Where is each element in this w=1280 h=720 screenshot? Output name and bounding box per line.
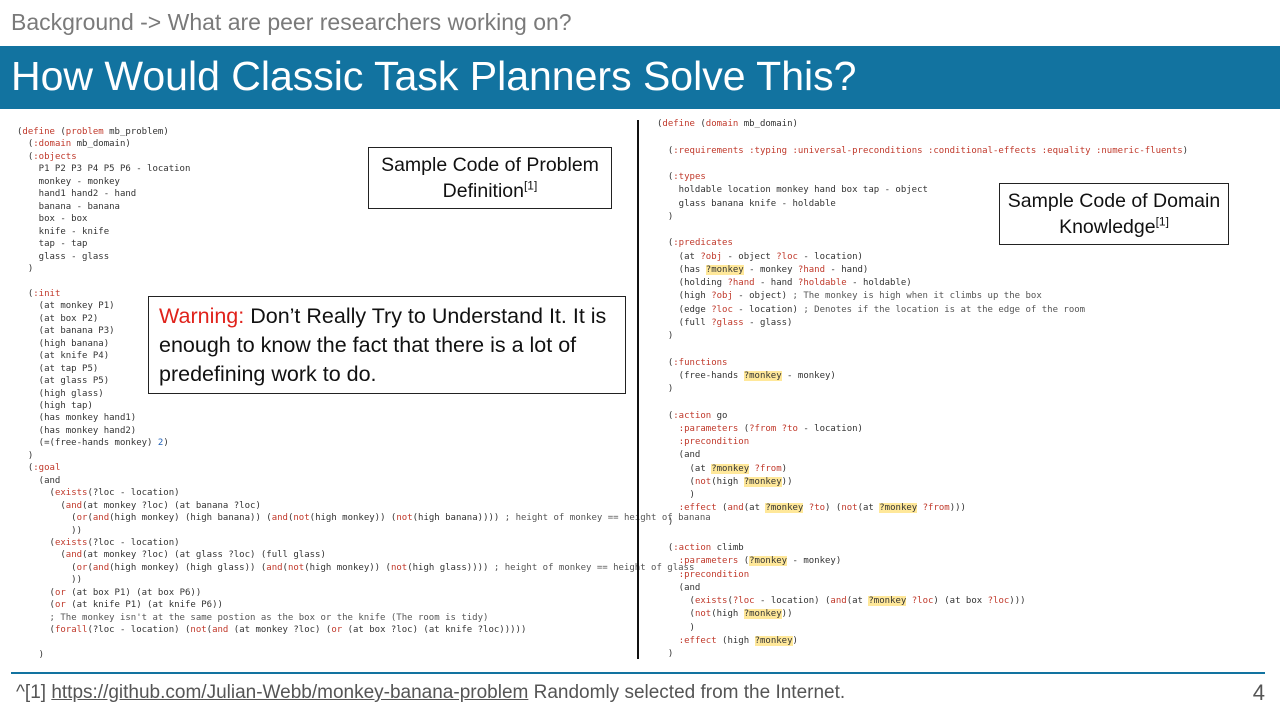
domain-code-line: ) — [657, 331, 674, 341]
domain-knowledge-callout: Sample Code of Domain Knowledge[1] — [999, 183, 1229, 245]
problem-code-line: banana - banana — [17, 201, 120, 212]
problem-code-line: (at glass P5) — [17, 376, 110, 387]
domain-code-line: (at ?obj - object ?loc - location) — [657, 251, 863, 262]
problem-code-line: ) — [17, 263, 34, 274]
domain-code-line: (has ?monkey - monkey ?hand - hand) — [657, 264, 869, 275]
domain-code-line: :effect (high ?monkey) — [678, 635, 798, 646]
domain-code-line: (and — [657, 450, 701, 461]
domain-code-line: holdable location monkey hand box tap - … — [657, 185, 928, 196]
domain-code-line: :precondition — [678, 437, 750, 447]
domain-code-line: (:types — [657, 172, 706, 182]
problem-code-line: (exists(?loc - location) — [17, 537, 180, 548]
domain-code-line: (not(high ?monkey)) — [657, 609, 793, 620]
problem-code-line: (:init — [17, 288, 61, 299]
problem-code-line: monkey - monkey — [17, 176, 120, 187]
domain-code-line: ) — [657, 384, 674, 394]
problem-code-line: glass - glass — [17, 251, 110, 262]
problem-code-line: (high tap) — [17, 400, 93, 411]
domain-code-line: (not(high ?monkey)) — [657, 476, 793, 487]
domain-code-line: (full ?glass - glass) — [657, 317, 793, 328]
footnote-prefix: ^[1] — [16, 682, 52, 703]
page-number: 4 — [1252, 680, 1265, 705]
domain-code-line: (:action climb — [657, 543, 744, 553]
problem-definition-callout: Sample Code of Problem Definition[1] — [368, 147, 612, 209]
breadcrumb: Background -> What are peer researchers … — [11, 9, 572, 35]
problem-callout-ref: [1] — [523, 178, 538, 193]
problem-code-line: tap - tap — [17, 239, 88, 250]
problem-code-line: (high glass) — [17, 388, 104, 399]
domain-code-line: (at ?monkey ?from) — [657, 463, 788, 474]
problem-code-line: box - box — [17, 214, 88, 225]
domain-code-line: :parameters (?from ?to - location) — [678, 423, 863, 434]
title-bar: How Would Classic Task Planners Solve Th… — [0, 46, 1280, 109]
problem-code-line: )) — [17, 525, 83, 536]
footnote: ^[1] https://github.com/Julian-Webb/monk… — [16, 682, 845, 704]
footnote-link[interactable]: https://github.com/Julian-Webb/monkey-ba… — [51, 682, 528, 703]
problem-code-line: (forall(?loc - location) (not(and (at mo… — [17, 625, 527, 636]
domain-callout-text: Sample Code of Domain Knowledge — [1007, 190, 1221, 238]
problem-code-line: (at knife P4) — [17, 351, 110, 362]
domain-code-line: ) — [657, 490, 695, 500]
problem-code-line: (has monkey hand1) — [17, 413, 137, 424]
domain-code-line: (exists(?loc - location) (and(at ?monkey… — [657, 596, 1026, 606]
problem-code-line: (:goal — [17, 463, 61, 474]
problem-code-line: (has monkey hand2) — [17, 425, 137, 436]
domain-callout-ref: [1] — [1155, 214, 1169, 229]
problem-code-line: knife - knife — [17, 226, 110, 237]
domain-code-line: (edge ?loc - location) ; Denotes if the … — [657, 304, 1086, 315]
domain-code-line: ) — [657, 211, 674, 222]
problem-code-line: (and — [17, 475, 61, 486]
problem-code-line: (=(free-hands monkey) 2) — [17, 438, 169, 449]
problem-code-line: (high banana) — [17, 338, 110, 349]
problem-code-line: (or(and(high monkey) (high banana)) (and… — [17, 513, 711, 524]
warning-callout: Warning: Don’t Really Try to Understand … — [148, 296, 626, 394]
problem-code-line: (and(at monkey ?loc) (at glass ?loc) (fu… — [17, 550, 326, 561]
problem-code-line: P1 P2 P3 P4 P5 P6 - location — [17, 164, 191, 175]
problem-code-line: (at box P2) — [17, 313, 99, 324]
footer-divider — [11, 672, 1265, 674]
domain-code-line: (high ?obj - object) ; The monkey is hig… — [657, 291, 1042, 302]
problem-code-line: hand1 hand2 - hand — [17, 189, 137, 200]
page-title: How Would Classic Task Planners Solve Th… — [11, 53, 857, 99]
domain-code-line: ) — [657, 516, 674, 527]
domain-code-line: (free-hands ?monkey - monkey) — [657, 370, 836, 381]
domain-code-line: ) — [657, 649, 674, 659]
warning-label: Warning: — [159, 304, 245, 328]
domain-code-line: (:predicates — [657, 238, 733, 249]
domain-code-line: :parameters (?monkey - monkey) — [678, 556, 842, 567]
domain-code-line: (define (domain mb_domain) — [657, 119, 798, 129]
code-divider — [637, 120, 639, 659]
problem-code-line: ; The monkey isn't at the same postion a… — [49, 612, 489, 623]
domain-code-line: glass banana knife - holdable — [657, 198, 836, 209]
problem-code-line: )) — [17, 575, 83, 586]
problem-code-line: (at tap P5) — [17, 363, 99, 374]
problem-code-line: (or (at knife P1) (at knife P6)) — [17, 600, 223, 611]
domain-code-line: (:requirements :typing :universal-precon… — [657, 145, 1189, 156]
problem-code-line: (define (problem mb_problem) — [17, 127, 169, 137]
problem-code-line: (and(at monkey ?loc) (at banana ?loc) — [17, 500, 261, 511]
domain-code-line: :precondition — [678, 569, 750, 580]
problem-code-line: ) — [17, 450, 34, 461]
problem-code-line: (or(and(high monkey) (high glass)) (and(… — [17, 562, 695, 573]
domain-code-line: :effect (and(at ?monkey ?to) (not(at ?mo… — [678, 503, 966, 514]
problem-code-line: ) — [17, 650, 45, 661]
domain-code-line: (:functions — [657, 357, 728, 368]
domain-code-line: (:action go — [657, 410, 728, 421]
problem-code-line: (at banana P3) — [17, 326, 115, 337]
problem-code-line: (:domain mb_domain) — [17, 139, 131, 150]
domain-code-line: (and — [657, 582, 701, 593]
problem-code-line: (:objects — [17, 151, 77, 162]
domain-code-line: ) — [657, 622, 695, 633]
problem-callout-text: Sample Code of Problem Definition — [381, 154, 599, 202]
domain-code-line: (holding ?hand - hand ?holdable - holdab… — [657, 278, 912, 288]
footnote-suffix: Randomly selected from the Internet. — [528, 682, 846, 703]
problem-code-line: (exists(?loc - location) — [17, 488, 180, 499]
problem-code-line: (at monkey P1) — [17, 301, 115, 312]
problem-code-line: (or (at box P1) (at box P6)) — [17, 587, 202, 598]
